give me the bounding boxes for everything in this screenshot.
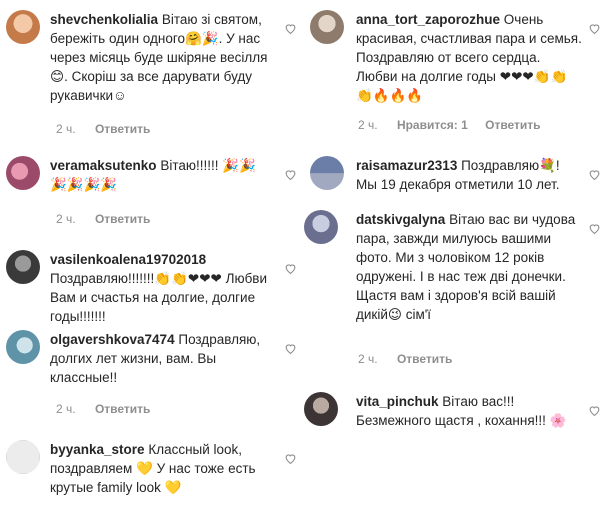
- like-heart-icon[interactable]: [284, 342, 297, 355]
- comment-body: datskivgalyna Вітаю вас ви чудова пара, …: [356, 210, 582, 324]
- like-heart-icon[interactable]: [588, 222, 601, 235]
- avatar-image: [304, 392, 338, 426]
- comment-item: byyanka_store Классный look, поздравляем…: [6, 440, 296, 506]
- comment-item: vasilenkoalena19702018 Поздравляю!!!!!!!…: [6, 250, 296, 330]
- comment-body: vita_pinchuk Вітаю вас!!! Безмежного щас…: [356, 392, 582, 430]
- comment-item: veramaksutenko Вітаю!!!!!! 🎉🎉🎉🎉🎉🎉 2 ч. О…: [6, 156, 296, 236]
- comment-time[interactable]: 2 ч.: [358, 352, 378, 366]
- like-heart-icon[interactable]: [588, 168, 601, 181]
- like-heart-icon[interactable]: [284, 262, 297, 275]
- comment-body: raisamazur2313 Поздравляю💐! Мы 19 декабр…: [356, 156, 582, 194]
- avatar-image: [6, 440, 40, 474]
- reply-button[interactable]: Ответить: [397, 352, 452, 366]
- like-heart-icon[interactable]: [588, 404, 601, 417]
- likes-count[interactable]: Нравится: 1: [397, 118, 468, 132]
- comment-username[interactable]: shevchenkolialia: [50, 12, 158, 27]
- like-heart-icon[interactable]: [284, 452, 297, 465]
- comment-time[interactable]: 2 ч.: [358, 118, 378, 132]
- comment-meta: 2 ч. Ответить: [358, 352, 452, 366]
- avatar-image: [304, 210, 338, 244]
- avatar-image: [6, 10, 40, 44]
- comment-meta: 2 ч. Ответить: [56, 402, 150, 416]
- comment-body: byyanka_store Классный look, поздравляем…: [50, 440, 272, 497]
- comment-body: olgavershkova7474 Поздравляю, долгих лет…: [50, 330, 272, 387]
- comment-time[interactable]: 2 ч.: [56, 212, 76, 226]
- comment-body: veramaksutenko Вітаю!!!!!! 🎉🎉🎉🎉🎉🎉: [50, 156, 272, 194]
- comment-text: Вітаю вас ви чудова пара, завжди милуюсь…: [356, 212, 576, 322]
- reply-button[interactable]: Ответить: [95, 402, 150, 416]
- comment-item: vita_pinchuk Вітаю вас!!! Безмежного щас…: [304, 392, 608, 472]
- avatar[interactable]: [6, 440, 40, 474]
- comment-username[interactable]: olgavershkova7474: [50, 332, 175, 347]
- avatar-image: [310, 10, 344, 44]
- comment-username[interactable]: raisamazur2313: [356, 158, 457, 173]
- comment-username[interactable]: byyanka_store: [50, 442, 145, 457]
- comment-username[interactable]: vasilenkoalena19702018: [50, 252, 206, 267]
- comment-item: anna_tort_zaporozhue Очень красивая, сча…: [310, 10, 608, 140]
- comment-body: anna_tort_zaporozhue Очень красивая, сча…: [356, 10, 582, 105]
- avatar[interactable]: [6, 250, 40, 284]
- reply-button[interactable]: Ответить: [95, 122, 150, 136]
- avatar-image: [6, 156, 40, 190]
- like-heart-icon[interactable]: [588, 22, 601, 35]
- avatar[interactable]: [6, 156, 40, 190]
- avatar-image: [6, 330, 40, 364]
- comment-text: Поздравляю!!!!!!!👏👏❤❤❤ Любви Вам и счаст…: [50, 271, 268, 324]
- comment-item: datskivgalyna Вітаю вас ви чудова пара, …: [304, 210, 608, 370]
- avatar-image: [310, 156, 344, 190]
- comment-time[interactable]: 2 ч.: [56, 402, 76, 416]
- avatar[interactable]: [310, 10, 344, 44]
- comment-body: vasilenkoalena19702018 Поздравляю!!!!!!!…: [50, 250, 272, 326]
- comment-meta: 2 ч. Ответить: [56, 212, 150, 226]
- comment-username[interactable]: datskivgalyna: [356, 212, 445, 227]
- avatar[interactable]: [6, 10, 40, 44]
- like-heart-icon[interactable]: [284, 168, 297, 181]
- like-heart-icon[interactable]: [284, 22, 297, 35]
- comment-username[interactable]: vita_pinchuk: [356, 394, 439, 409]
- comment-item: raisamazur2313 Поздравляю💐! Мы 19 декабр…: [310, 156, 608, 206]
- comment-item: shevchenkolialia Вітаю зі святом, бережі…: [6, 10, 296, 140]
- comment-time[interactable]: 2 ч.: [56, 122, 76, 136]
- comment-username[interactable]: veramaksutenko: [50, 158, 157, 173]
- avatar-image: [6, 250, 40, 284]
- reply-button[interactable]: Ответить: [95, 212, 150, 226]
- comment-username[interactable]: anna_tort_zaporozhue: [356, 12, 500, 27]
- comment-meta: 2 ч. Нравится: 1 Ответить: [358, 118, 541, 132]
- comment-item: olgavershkova7474 Поздравляю, долгих лет…: [6, 330, 296, 420]
- avatar[interactable]: [6, 330, 40, 364]
- avatar[interactable]: [310, 156, 344, 190]
- comment-body: shevchenkolialia Вітаю зі святом, бережі…: [50, 10, 272, 105]
- comment-meta: 2 ч. Ответить: [56, 122, 150, 136]
- avatar[interactable]: [304, 210, 338, 244]
- avatar[interactable]: [304, 392, 338, 426]
- reply-button[interactable]: Ответить: [485, 118, 540, 132]
